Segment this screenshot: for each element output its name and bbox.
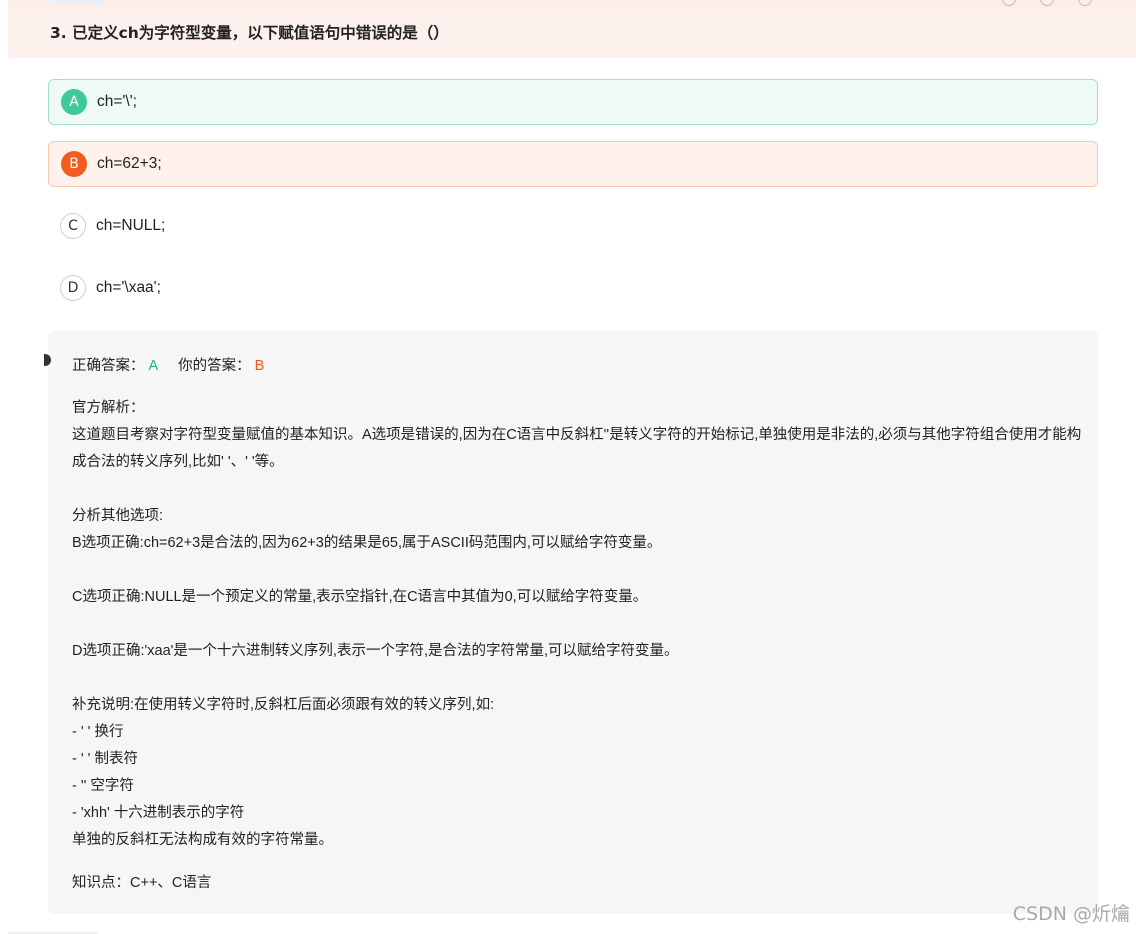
option-c[interactable]: C ch=NULL; bbox=[48, 203, 1098, 249]
option-letter-a: A bbox=[61, 89, 87, 115]
settings-icon[interactable] bbox=[1040, 0, 1054, 6]
explanation-blank bbox=[72, 476, 1082, 503]
question-title: 3. 已定义ch为字符型变量，以下赋值语句中错误的是（） bbox=[50, 24, 449, 42]
option-b[interactable]: B ch=62+3; bbox=[48, 141, 1098, 187]
explanation-line: 补充说明:在使用转义字符时,反斜杠后面必须跟有效的转义序列,如: bbox=[72, 697, 495, 713]
bookmark-icon[interactable] bbox=[1002, 0, 1016, 6]
option-d[interactable]: D ch='\xaa'; bbox=[48, 265, 1098, 311]
explanation-line: 官方解析： bbox=[72, 400, 145, 416]
collapse-handle-icon[interactable] bbox=[44, 354, 51, 366]
explanation-line: - ' ' 换行 bbox=[72, 724, 124, 740]
explanation-line: - '' 空字符 bbox=[72, 778, 134, 794]
knowledge-point: 知识点：C++、C语言 bbox=[72, 875, 212, 891]
option-text-b: ch=62+3; bbox=[97, 155, 162, 172]
question-header: 3. 已定义ch为字符型变量，以下赋值语句中错误的是（） bbox=[8, 8, 1136, 58]
bottom-shadow bbox=[8, 930, 98, 934]
explanation-line: C选项正确:NULL是一个预定义的常量,表示空指针,在C语言中其值为0,可以赋给… bbox=[72, 589, 648, 605]
watermark: CSDN @炘爚 bbox=[1012, 903, 1130, 925]
option-text-a: ch='\'; bbox=[97, 93, 137, 110]
explanation-line: 这道题目考察对字符型变量赋值的基本知识。A选项是错误的,因为在C语言中反斜杠''… bbox=[72, 427, 1082, 470]
explanation-line: 分析其他选项: bbox=[72, 508, 164, 524]
explanation-line: - 'xhh' 十六进制表示的字符 bbox=[72, 805, 245, 821]
help-icon[interactable] bbox=[1078, 0, 1092, 6]
analysis-panel: 正确答案： A 你的答案： B 官方解析： 这道题目考察对字符型变量赋值的基本知识。A… bbox=[44, 331, 1098, 914]
top-strip bbox=[8, 0, 1136, 8]
tab-fragment[interactable] bbox=[52, 0, 104, 4]
explanation: 官方解析： 这道题目考察对字符型变量赋值的基本知识。A选项是错误的,因为在C语言… bbox=[72, 395, 1082, 854]
explanation-line: 单独的反斜杠无法构成有效的字符常量。 bbox=[72, 832, 333, 848]
your-answer-label: 你的答案： bbox=[178, 358, 251, 374]
explanation-blank bbox=[72, 611, 1082, 638]
correct-answer-value: A bbox=[148, 358, 159, 374]
explanation-line: B选项正确:ch=62+3是合法的,因为62+3的结果是65,属于ASCII码范… bbox=[72, 535, 662, 551]
explanation-blank bbox=[72, 557, 1082, 584]
explanation-line: D选项正确:'xaa'是一个十六进制转义序列,表示一个字符,是合法的字符常量,可… bbox=[72, 643, 679, 659]
explanation-line: - ' ' 制表符 bbox=[72, 751, 138, 767]
option-letter-c: C bbox=[60, 213, 86, 239]
option-a[interactable]: A ch='\'; bbox=[48, 79, 1098, 125]
option-text-d: ch='\xaa'; bbox=[96, 279, 161, 296]
option-letter-b: B bbox=[61, 151, 87, 177]
explanation-blank bbox=[72, 665, 1082, 692]
correct-answer-label: 正确答案： bbox=[72, 358, 145, 374]
option-letter-d: D bbox=[60, 275, 86, 301]
option-text-c: ch=NULL; bbox=[96, 217, 166, 234]
your-answer-value: B bbox=[254, 358, 265, 374]
answer-line: 正确答案： A 你的答案： B bbox=[72, 354, 264, 375]
